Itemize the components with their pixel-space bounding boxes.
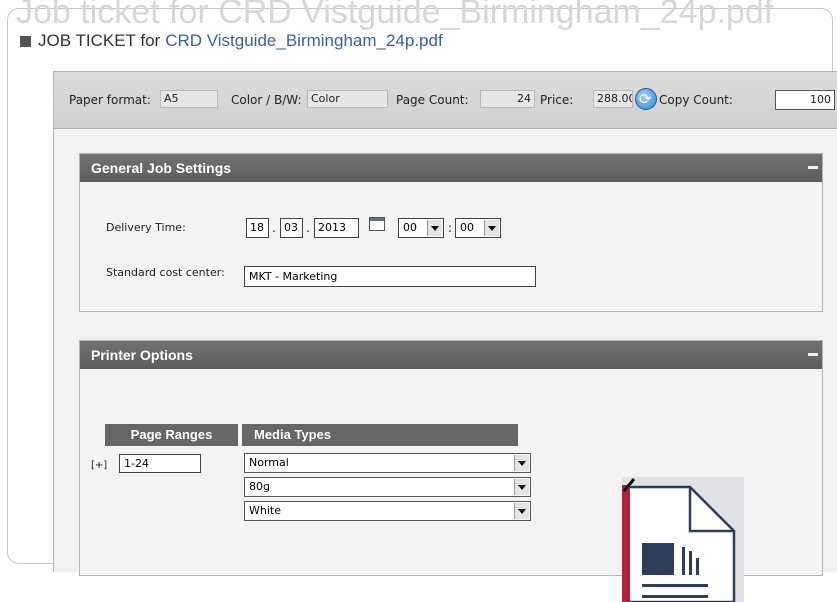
document-preview <box>622 477 744 602</box>
collapse-icon[interactable] <box>808 166 818 169</box>
date-separator: . <box>272 221 276 235</box>
media-type-value: Normal <box>249 456 289 469</box>
media-select-color[interactable]: White <box>244 501 531 521</box>
delivery-time-label: Delivery Time: <box>106 221 186 234</box>
color-field: Color <box>307 90 388 108</box>
title-filename: CRD Vistguide_Birmingham_24p.pdf <box>165 31 443 50</box>
page-title: JOB TICKET for CRD Vistguide_Birmingham_… <box>20 31 443 51</box>
delivery-year-field[interactable]: 2013 <box>314 218 359 238</box>
ticket-panel: Paper format: A5 Color / B/W: Color Page… <box>53 71 837 602</box>
media-color-value: White <box>249 504 281 517</box>
media-weight-value: 80g <box>249 480 270 493</box>
general-job-settings-section: General Job Settings Delivery Time: 18 .… <box>79 153 823 312</box>
chevron-down-icon <box>514 455 529 471</box>
minute-value: 00 <box>460 221 474 234</box>
hour-value: 00 <box>403 221 417 234</box>
minute-select[interactable]: 00 <box>455 218 501 238</box>
page-range-input[interactable]: 1-24 <box>119 454 201 473</box>
delivery-month-field[interactable]: 03 <box>280 218 303 238</box>
color-label: Color / B/W: <box>231 93 302 107</box>
hour-select[interactable]: 00 <box>398 218 444 238</box>
printer-options-section: Printer Options Page Ranges Media Types … <box>79 340 823 602</box>
general-settings-header[interactable]: General Job Settings <box>80 154 822 182</box>
date-separator: . <box>306 221 310 235</box>
summary-bar: Paper format: A5 Color / B/W: Color Page… <box>54 72 837 129</box>
copy-count-input[interactable]: 100 <box>775 90 835 110</box>
page-count-field: 24 <box>480 90 535 108</box>
chevron-down-icon <box>514 479 529 495</box>
title-prefix: JOB TICKET for <box>38 31 161 50</box>
refresh-icon[interactable] <box>635 88 657 110</box>
cost-center-input[interactable]: MKT - Marketing <box>244 266 536 287</box>
general-settings-title: General Job Settings <box>91 160 232 176</box>
paper-format-label: Paper format: <box>69 93 151 107</box>
calendar-icon[interactable] <box>369 217 385 231</box>
document-preview-icon <box>622 478 736 602</box>
chevron-down-icon <box>514 503 529 519</box>
printer-options-header[interactable]: Printer Options <box>80 341 822 369</box>
chevron-down-icon <box>484 220 499 236</box>
time-separator: : <box>448 221 453 235</box>
title-square-icon <box>20 35 31 47</box>
price-field: 288.00 <box>593 90 633 108</box>
price-label: Price: <box>540 93 574 107</box>
chevron-down-icon <box>427 220 442 236</box>
page-count-label: Page Count: <box>396 93 469 107</box>
ghost-title: Job ticket for CRD Vistguide_Birmingham_… <box>16 0 774 31</box>
copy-count-label: Copy Count: <box>659 93 733 107</box>
paper-format-field: A5 <box>160 90 218 108</box>
delivery-day-field[interactable]: 18 <box>246 218 269 238</box>
cost-center-label: Standard cost center: <box>106 266 225 279</box>
media-types-column-header: Media Types <box>242 424 518 446</box>
page-ranges-column-header: Page Ranges <box>105 424 238 446</box>
printer-options-title: Printer Options <box>91 347 193 363</box>
media-select-weight[interactable]: 80g <box>244 477 531 497</box>
add-range-link[interactable]: [+] <box>91 460 107 471</box>
collapse-icon[interactable] <box>808 353 818 356</box>
media-select-type[interactable]: Normal <box>244 453 531 473</box>
